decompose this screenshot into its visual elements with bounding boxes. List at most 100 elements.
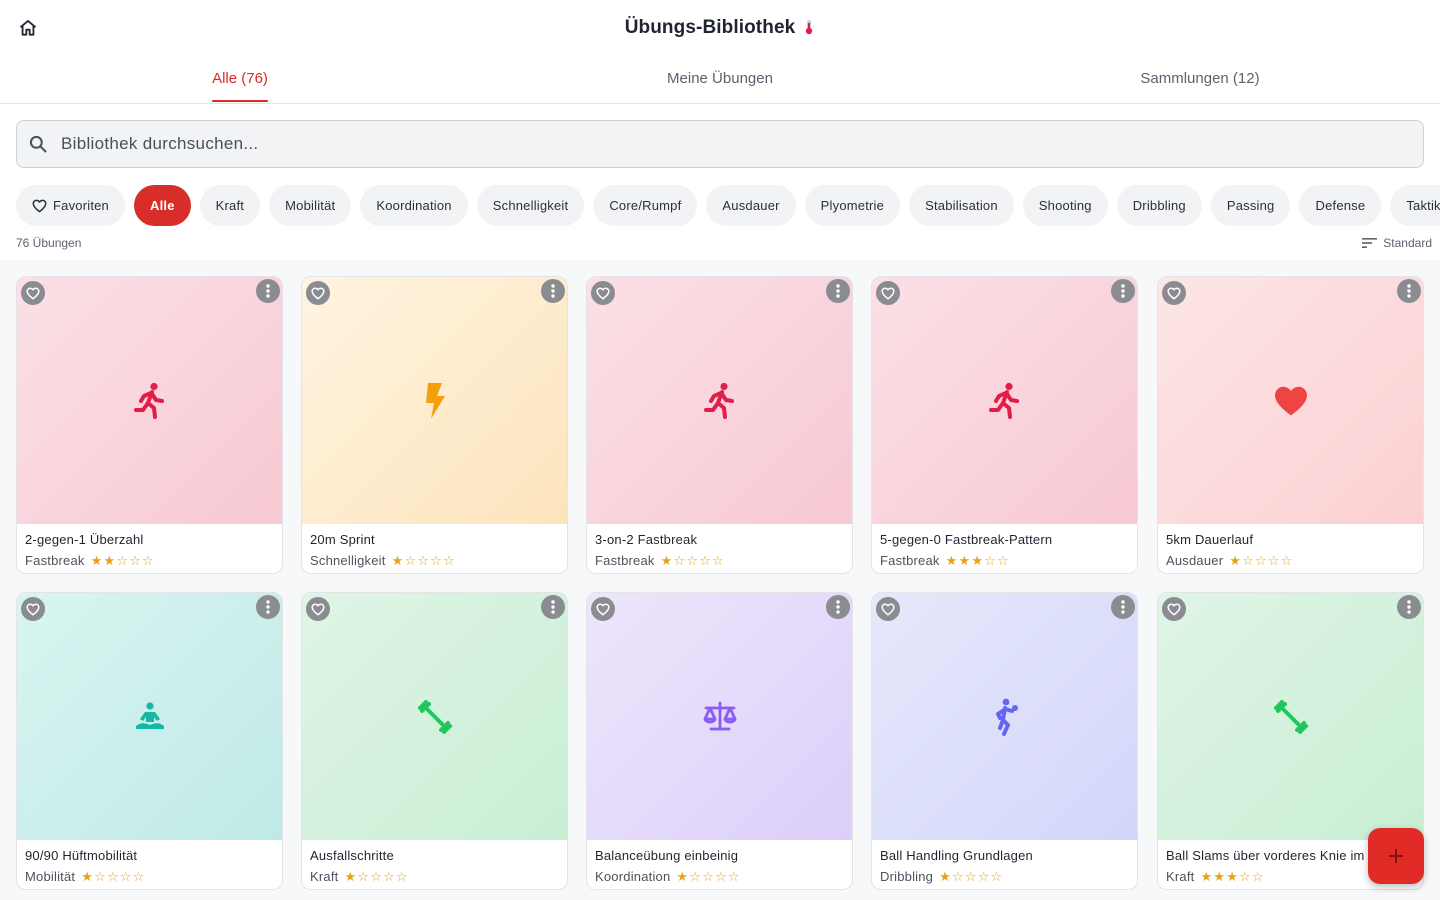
tab-1[interactable]: Meine Übungen	[480, 58, 960, 103]
chip-mobilität[interactable]: Mobilität	[269, 185, 352, 226]
balance-scale-icon	[702, 701, 738, 733]
exercise-name: Ausfallschritte	[310, 848, 394, 863]
star-filled-icon: ★	[103, 553, 116, 568]
basketball-player-icon	[991, 698, 1019, 736]
favorite-toggle[interactable]	[876, 597, 900, 621]
chip-passing[interactable]: Passing	[1210, 185, 1291, 226]
favorite-toggle[interactable]	[21, 597, 45, 621]
chip-dribbling[interactable]: Dribbling	[1116, 185, 1202, 226]
favorite-toggle[interactable]	[21, 281, 45, 305]
more-options-button[interactable]	[1397, 279, 1421, 303]
exercise-card[interactable]: Ausfallschritte Kraft ★ ☆ ☆ ☆ ☆	[301, 592, 568, 890]
star-outline-icon: ☆	[1239, 869, 1251, 884]
chip-taktik[interactable]: Taktik	[1390, 185, 1440, 226]
running-icon	[133, 382, 167, 420]
exercise-thumbnail	[587, 593, 852, 840]
more-options-button[interactable]	[1111, 279, 1135, 303]
heart-icon	[1273, 385, 1309, 417]
more-options-button[interactable]	[1397, 595, 1421, 619]
exercise-card[interactable]: 20m Sprint Schnelligkeit ★ ☆ ☆ ☆ ☆	[301, 276, 568, 574]
exercise-meta: Kraft ★ ☆ ☆ ☆ ☆	[310, 869, 408, 884]
heart-outline-icon	[311, 286, 325, 300]
chip-core-rumpf[interactable]: Core/Rumpf	[593, 185, 698, 226]
chip-schnelligkeit[interactable]: Schnelligkeit	[476, 185, 585, 226]
star-outline-icon: ☆	[119, 869, 132, 884]
dumbbell-icon	[1273, 699, 1309, 735]
more-options-button[interactable]	[826, 279, 850, 303]
favorite-toggle[interactable]	[1162, 597, 1186, 621]
tab-0[interactable]: Alle (76)	[0, 58, 480, 103]
star-filled-icon: ★	[958, 553, 971, 568]
exercise-category: Ausdauer	[1166, 553, 1224, 568]
star-outline-icon: ☆	[129, 553, 142, 568]
exercise-card[interactable]: 90/90 Hüftmobilität Mobilität ★ ☆ ☆ ☆ ☆	[16, 592, 283, 890]
star-outline-icon: ☆	[699, 553, 712, 568]
more-vertical-icon	[1407, 284, 1411, 298]
star-filled-icon: ★	[676, 869, 689, 884]
exercise-meta: Kraft ★ ★ ★ ☆ ☆	[1166, 869, 1264, 884]
exercise-meta: Fastbreak ★ ★ ☆ ☆ ☆	[25, 553, 154, 568]
chip-kraft[interactable]: Kraft	[199, 185, 261, 226]
exercise-card[interactable]: 5km Dauerlauf Ausdauer ★ ☆ ☆ ☆ ☆	[1157, 276, 1424, 574]
add-exercise-button[interactable]	[1368, 828, 1424, 884]
more-options-button[interactable]	[256, 279, 280, 303]
exercise-name: 5km Dauerlauf	[1166, 532, 1254, 547]
chip-shooting[interactable]: Shooting	[1022, 185, 1108, 226]
favorite-toggle[interactable]	[591, 597, 615, 621]
difficulty-rating: ★ ★ ☆ ☆ ☆	[91, 554, 154, 567]
exercise-category: Fastbreak	[595, 553, 655, 568]
star-filled-icon: ★	[1213, 869, 1226, 884]
favorite-toggle[interactable]	[876, 281, 900, 305]
search-input[interactable]	[61, 134, 1361, 154]
page-title-text: Übungs-Bibliothek	[624, 17, 796, 38]
difficulty-rating: ★ ★ ★ ☆ ☆	[1200, 870, 1263, 883]
favorite-toggle[interactable]	[591, 281, 615, 305]
star-filled-icon: ★	[391, 553, 404, 568]
star-outline-icon: ☆	[132, 869, 145, 884]
heart-outline-icon	[596, 602, 610, 616]
more-options-button[interactable]	[826, 595, 850, 619]
more-vertical-icon	[1121, 284, 1125, 298]
favorite-toggle[interactable]	[1162, 281, 1186, 305]
tab-2[interactable]: Sammlungen (12)	[960, 58, 1440, 103]
exercise-thumbnail	[302, 277, 567, 524]
more-options-button[interactable]	[1111, 595, 1135, 619]
chip-alle[interactable]: Alle	[134, 185, 191, 226]
star-outline-icon: ☆	[977, 869, 990, 884]
favorite-toggle[interactable]	[306, 281, 330, 305]
more-vertical-icon	[266, 284, 270, 298]
exercise-card[interactable]: 3-on-2 Fastbreak Fastbreak ★ ☆ ☆ ☆ ☆	[586, 276, 853, 574]
result-count: 76 Übungen	[16, 236, 82, 250]
exercise-card[interactable]: 5-gegen-0 Fastbreak-Pattern Fastbreak ★ ★ ★ ☆…	[871, 276, 1138, 574]
chip-stabilisation[interactable]: Stabilisation	[909, 185, 1014, 226]
chip-defense[interactable]: Defense	[1299, 185, 1382, 226]
exercise-meta: Koordination ★ ☆ ☆ ☆ ☆	[595, 869, 740, 884]
exercise-card[interactable]: Ball Handling Grundlagen Dribbling ★ ☆ ☆ ☆ ☆	[871, 592, 1138, 890]
exercise-card[interactable]: Balanceübung einbeinig Koordination ★ ☆ ☆ ☆ ☆	[586, 592, 853, 890]
sort-button[interactable]: Standard	[1362, 236, 1432, 250]
more-options-button[interactable]	[541, 279, 565, 303]
chip-favorites[interactable]: Favoriten	[16, 185, 125, 226]
heart-outline-icon	[32, 199, 47, 213]
chip-ausdauer[interactable]: Ausdauer	[706, 185, 796, 226]
chip-plyometrie[interactable]: Plyometrie	[804, 185, 901, 226]
star-filled-icon: ★	[945, 553, 958, 568]
exercise-category: Kraft	[310, 869, 339, 884]
more-options-button[interactable]	[256, 595, 280, 619]
exercise-grid: 2-gegen-1 Überzahl Fastbreak ★ ★ ☆ ☆ ☆ 20m Spri…	[0, 260, 1440, 900]
favorite-toggle[interactable]	[306, 597, 330, 621]
exercise-card[interactable]: 2-gegen-1 Überzahl Fastbreak ★ ★ ☆ ☆ ☆	[16, 276, 283, 574]
exercise-category: Dribbling	[880, 869, 934, 884]
chip-koordination[interactable]: Koordination	[360, 185, 468, 226]
more-options-button[interactable]	[541, 595, 565, 619]
star-outline-icon: ☆	[714, 869, 727, 884]
star-outline-icon: ☆	[984, 553, 997, 568]
exercise-name: Ball Handling Grundlagen	[880, 848, 1033, 863]
meditation-icon	[133, 701, 167, 732]
star-outline-icon: ☆	[417, 553, 430, 568]
star-outline-icon: ☆	[997, 553, 1009, 568]
exercise-name: 20m Sprint	[310, 532, 375, 547]
star-outline-icon: ☆	[383, 869, 395, 884]
exercise-name: 3-on-2 Fastbreak	[595, 532, 698, 547]
difficulty-rating: ★ ☆ ☆ ☆ ☆	[939, 870, 1002, 883]
